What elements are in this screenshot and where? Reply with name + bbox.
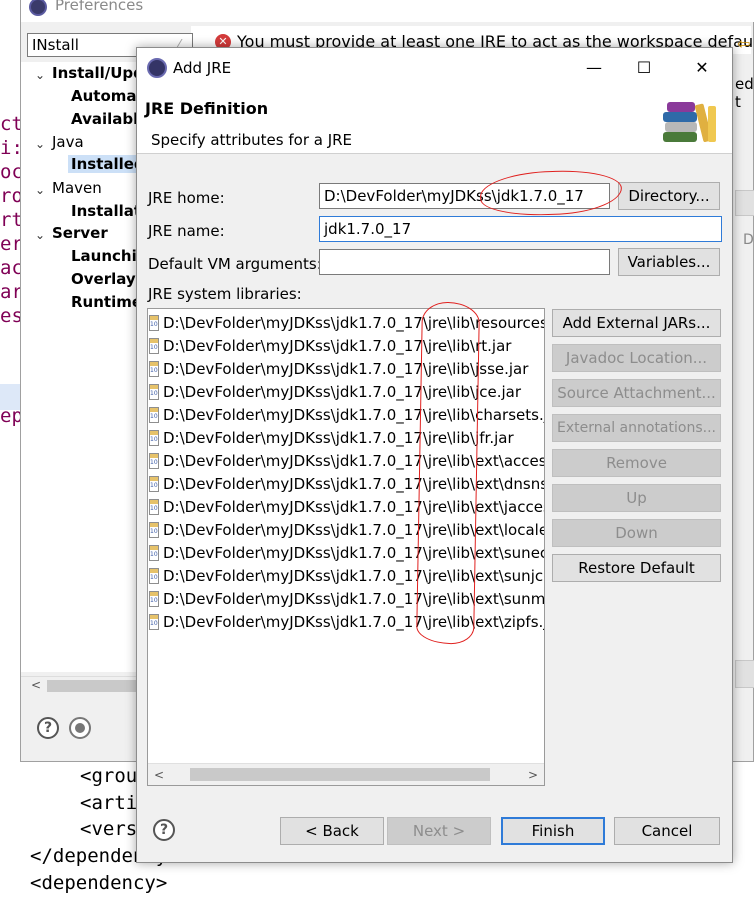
maximize-button[interactable]: ☐ — [621, 54, 667, 82]
tree-item-overlays[interactable]: Overlays — [71, 270, 145, 288]
tree-item-automatic-updates[interactable]: Automat — [71, 87, 144, 105]
external-annotations-button[interactable]: External annotations... — [552, 414, 721, 442]
jar-icon — [149, 614, 159, 630]
red-annotation-circle — [416, 301, 480, 645]
up-button[interactable]: Up — [552, 484, 721, 512]
list-horizontal-scrollbar[interactable]: < > — [148, 763, 544, 785]
help-icon[interactable]: ? — [37, 717, 59, 739]
preferences-tree: ⌄ Install/Upda Automat Available ⌄ Java … — [21, 62, 157, 672]
scrollbar-thumb[interactable] — [47, 680, 137, 692]
eclipse-app-icon — [147, 58, 167, 78]
libraries-label: JRE system libraries: — [148, 285, 302, 303]
header-title: JRE Definition — [145, 99, 269, 118]
minimize-button[interactable]: — — [571, 54, 617, 82]
next-button[interactable]: Next > — [387, 817, 491, 845]
tree-item-server[interactable]: Server — [52, 224, 108, 242]
scroll-right-arrow-icon[interactable]: > — [524, 765, 542, 785]
list-item[interactable]: D:\DevFolder\myJDKss\jdk1.7.0_17\jre\lib… — [148, 450, 544, 473]
tree-item-runtime-environments[interactable]: Runtime — [71, 293, 142, 311]
record-icon[interactable] — [69, 717, 91, 739]
jar-icon — [149, 453, 159, 469]
list-item[interactable]: D:\DevFolder\myJDKss\jdk1.7.0_17\jre\lib… — [148, 335, 544, 358]
add-jre-dialog: Add JRE — ☐ ✕ JRE Definition Specify att… — [136, 47, 733, 863]
directory-button[interactable]: Directory... — [618, 182, 720, 210]
right-text-fragment: ed t — [735, 75, 754, 111]
close-button[interactable]: ✕ — [679, 54, 725, 82]
jre-name-input[interactable]: jdk1.7.0_17 — [319, 216, 722, 242]
jre-name-label: JRE name: — [148, 222, 225, 240]
finish-button[interactable]: Finish — [501, 817, 605, 845]
list-item[interactable]: D:\DevFolder\myJDKss\jdk1.7.0_17\jre\lib… — [148, 542, 544, 565]
jar-icon — [149, 361, 159, 377]
chevron-down-icon[interactable]: ⌄ — [35, 68, 45, 82]
tree-item-maven[interactable]: Maven — [52, 179, 102, 197]
editor-line: <grou — [80, 765, 138, 787]
back-button[interactable]: < Back — [280, 817, 384, 845]
eclipse-app-icon — [29, 0, 47, 16]
remove-button[interactable]: Remove — [552, 449, 721, 477]
header-subtitle: Specify attributes for a JRE — [151, 131, 353, 149]
jar-icon — [149, 591, 159, 607]
scrollbar-thumb[interactable] — [190, 768, 490, 781]
chevron-down-icon[interactable]: ⌄ — [35, 228, 45, 242]
help-icon[interactable]: ? — [153, 819, 175, 841]
scroll-left-arrow-icon[interactable]: < — [150, 765, 168, 785]
jre-libraries-list[interactable]: D:\DevFolder\myJDKss\jdk1.7.0_17\jre\lib… — [147, 308, 545, 786]
down-button[interactable]: Down — [552, 519, 721, 547]
list-item[interactable]: D:\DevFolder\myJDKss\jdk1.7.0_17\jre\lib… — [148, 427, 544, 450]
right-button-fragment[interactable] — [735, 190, 754, 216]
preferences-title: Preferences — [55, 0, 144, 14]
javadoc-location-button[interactable]: Javadoc Location... — [552, 344, 721, 372]
jar-icon — [149, 315, 159, 331]
filter-value: INstall — [32, 36, 79, 54]
jar-icon — [149, 545, 159, 561]
list-item[interactable]: D:\DevFolder\myJDKss\jdk1.7.0_17\jre\lib… — [148, 588, 544, 611]
list-item[interactable]: D:\DevFolder\myJDKss\jdk1.7.0_17\jre\lib… — [148, 358, 544, 381]
restore-default-button[interactable]: Restore Default — [552, 554, 721, 582]
jar-icon — [149, 476, 159, 492]
chevron-down-icon[interactable]: ⌄ — [35, 137, 45, 151]
source-attachment-button[interactable]: Source Attachment... — [552, 379, 721, 407]
add-external-jars-button[interactable]: Add External JARs... — [552, 309, 721, 337]
vm-args-label: Default VM arguments: — [148, 255, 322, 273]
books-icon — [663, 102, 716, 142]
list-item[interactable]: D:\DevFolder\myJDKss\jdk1.7.0_17\jre\lib… — [148, 565, 544, 588]
jre-home-label: JRE home: — [148, 189, 225, 207]
variables-button[interactable]: Variables... — [618, 248, 720, 276]
jar-icon — [149, 407, 159, 423]
list-item[interactable]: D:\DevFolder\myJDKss\jdk1.7.0_17\jre\lib… — [148, 404, 544, 427]
jar-icon — [149, 499, 159, 515]
tree-item-java[interactable]: Java — [52, 133, 84, 151]
jar-icon — [149, 384, 159, 400]
right-button-fragment[interactable] — [735, 660, 754, 688]
jar-icon — [149, 522, 159, 538]
right-button-fragment-label: D — [743, 232, 754, 248]
list-item[interactable]: D:\DevFolder\myJDKss\jdk1.7.0_17\jre\lib… — [148, 312, 544, 335]
preferences-titlebar: Preferences — [21, 0, 754, 22]
list-item[interactable]: D:\DevFolder\myJDKss\jdk1.7.0_17\jre\lib… — [148, 519, 544, 542]
vm-args-input[interactable] — [319, 249, 610, 275]
tree-horizontal-scrollbar[interactable]: < — [21, 676, 138, 694]
cancel-button[interactable]: Cancel — [614, 817, 720, 845]
scroll-left-arrow-icon[interactable]: < — [31, 678, 41, 692]
jar-icon — [149, 568, 159, 584]
list-item[interactable]: D:\DevFolder\myJDKss\jdk1.7.0_17\jre\lib… — [148, 496, 544, 519]
dialog-titlebar: Add JRE — ☐ ✕ — [137, 48, 732, 88]
list-item[interactable]: D:\DevFolder\myJDKss\jdk1.7.0_17\jre\lib… — [148, 381, 544, 404]
red-annotation-circle — [478, 167, 624, 219]
editor-line: <dependency> — [30, 872, 168, 894]
list-item[interactable]: D:\DevFolder\myJDKss\jdk1.7.0_17\jre\lib… — [148, 473, 544, 496]
dialog-title: Add JRE — [173, 59, 232, 77]
editor-line: <vers — [80, 818, 138, 840]
back-arrow-icon[interactable]: ⇦ — [737, 34, 750, 53]
chevron-down-icon[interactable]: ⌄ — [35, 183, 45, 197]
jar-icon — [149, 430, 159, 446]
list-item[interactable]: D:\DevFolder\myJDKss\jdk1.7.0_17\jre\lib… — [148, 611, 544, 634]
jar-icon — [149, 338, 159, 354]
